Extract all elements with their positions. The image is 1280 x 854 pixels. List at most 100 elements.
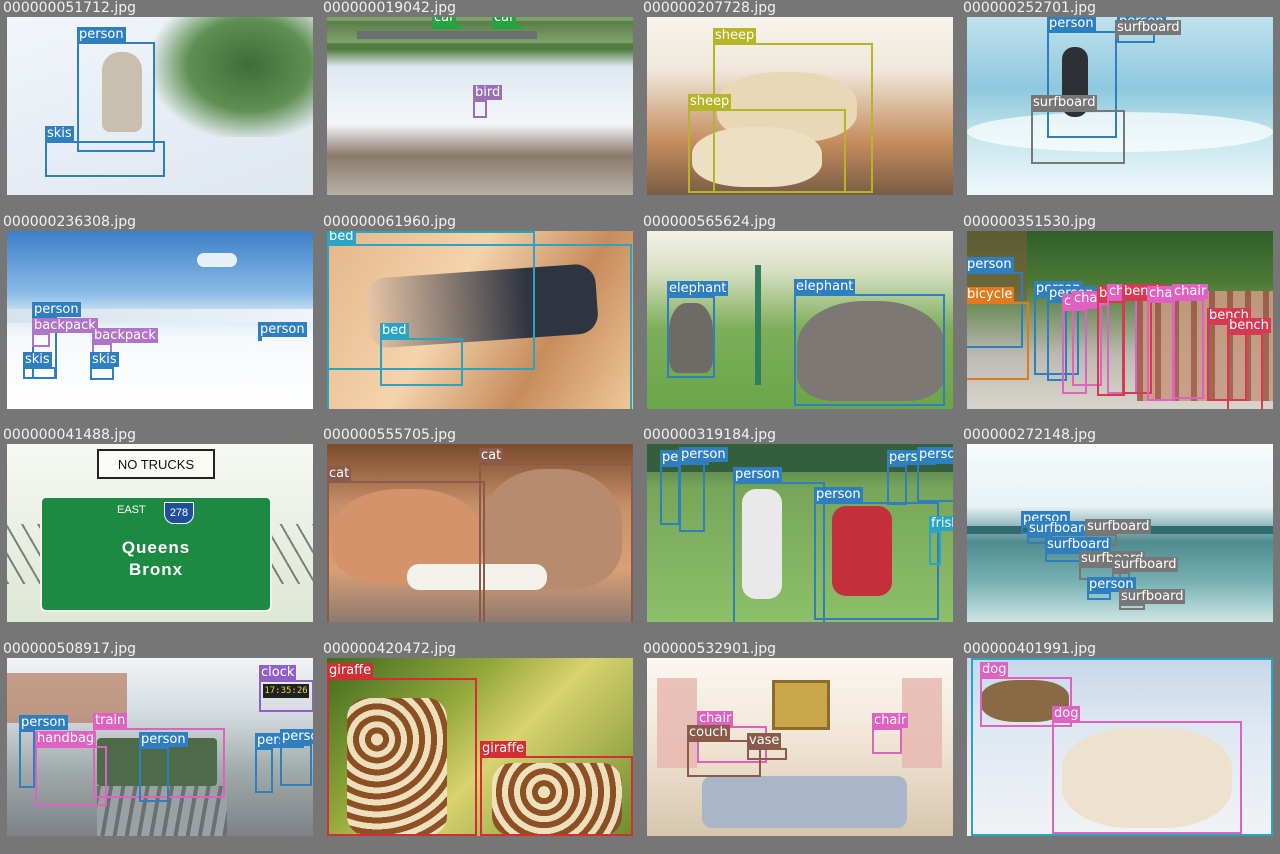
sign-destination-1: Queens <box>121 538 191 557</box>
detection-box-person[interactable]: person <box>660 450 709 525</box>
image-filename: 000000207728.jpg <box>643 0 776 16</box>
bridge <box>357 31 537 39</box>
detection-box-elephant[interactable]: elephant <box>794 278 945 406</box>
detection-box-clock[interactable]: clock <box>259 664 313 712</box>
detection-box-person[interactable]: person <box>280 728 313 786</box>
sign-destination-2: Bronx <box>128 560 184 579</box>
detection-box-giraffe[interactable]: giraffe <box>480 740 633 836</box>
detection-label: surfboard <box>1045 537 1112 552</box>
image-thumbnail: person surfboard surfboard surfboard surfboa… <box>967 444 1273 622</box>
image-tile[interactable]: 000000041488.jpg NO TRUCKS EAST 278 Queens Br… <box>0 427 320 641</box>
image-tile[interactable]: 000000532901.jpg chair couch vase chair <box>640 640 960 854</box>
image-tile[interactable]: 000000272148.jpg person surfboard surfboard… <box>960 427 1280 641</box>
detection-label: bird <box>473 85 503 100</box>
detection-box-handbag[interactable]: handbag <box>35 730 107 806</box>
image-filename: 000000532901.jpg <box>643 640 776 657</box>
image-tile[interactable]: 000000051712.jpg person skis <box>0 0 320 214</box>
detection-box-car[interactable]: car <box>492 17 522 29</box>
detection-box-person[interactable]: person <box>77 27 155 152</box>
detection-label: train <box>93 712 128 728</box>
image-tile[interactable]: 000000061960.jpgpersonbedbed <box>320 213 640 427</box>
detection-box-skis[interactable]: skis <box>90 351 119 380</box>
detection-box-person[interactable]: person <box>139 731 188 802</box>
image-filename: 000000319184.jpg <box>643 427 776 443</box>
detection-box-car[interactable]: car <box>432 17 462 29</box>
detection-box-skis[interactable]: skis <box>45 126 165 177</box>
detection-label: clock <box>259 664 297 680</box>
detection-label: backpack <box>92 327 158 343</box>
detection-box-bed[interactable]: bed <box>380 322 463 386</box>
detection-box-bench[interactable]: bench <box>1227 317 1271 409</box>
detection-box-cat[interactable]: cat <box>327 466 485 622</box>
detection-box-person[interactable]: person <box>733 467 825 622</box>
mirror <box>772 679 830 730</box>
image-tile[interactable]: 000000401991.jpgbeddogdog <box>960 640 1280 854</box>
detection-box-backpack[interactable]: backpack <box>32 317 98 347</box>
detection-box-person[interactable]: person <box>1087 577 1136 600</box>
detection-box-person[interactable]: person <box>258 321 307 341</box>
image-tile[interactable]: 000000019042.jpg car car bird <box>320 0 640 214</box>
image-tile[interactable]: 000000207728.jpg sheep sheep <box>640 0 960 214</box>
detection-box-bed[interactable]: bed <box>327 230 632 409</box>
detection-label: dog <box>1052 705 1081 721</box>
detection-label: surfboard <box>1031 95 1098 110</box>
image-tile[interactable]: 000000420472.jpg giraffe giraffe <box>320 640 640 854</box>
detection-box-person[interactable]: person <box>887 450 936 505</box>
image-tile[interactable]: 000000508917.jpg 17:35:26 clock train person… <box>0 640 320 854</box>
detection-box-frisbee[interactable]: frisbee <box>929 516 953 565</box>
image-tile[interactable]: 000000555705.jpg cat cat <box>320 427 640 641</box>
detection-box-chair[interactable]: chair <box>1172 283 1209 399</box>
detection-box-person[interactable]: person <box>19 714 68 788</box>
image-thumbnail: beddogdog <box>967 657 1273 836</box>
image-thumbnail: car car bird <box>327 17 633 195</box>
detection-label: person <box>139 731 188 747</box>
detection-label: elephant <box>794 278 856 294</box>
image-tile[interactable]: 000000319184.jpg person person person person… <box>640 427 960 641</box>
detection-box-surfboard[interactable]: surfboard <box>1119 589 1186 610</box>
detection-box-surfboard[interactable]: surfboard <box>1031 95 1125 164</box>
no-trucks-text: NO TRUCKS <box>117 457 195 472</box>
detection-label: person <box>679 447 728 462</box>
detection-label: bicycle <box>967 286 1015 302</box>
detection-label: cat <box>479 448 504 463</box>
detection-label: dog <box>980 661 1009 677</box>
detection-box-surfboard[interactable]: surfboard <box>1115 20 1182 39</box>
detection-label: skis <box>23 351 52 367</box>
detection-box-person[interactable]: person <box>814 487 939 620</box>
detection-box-bicycle[interactable]: bicycle <box>967 286 1029 380</box>
detection-box-dog[interactable]: dog <box>1052 705 1242 834</box>
detection-box-vase[interactable]: vase <box>747 732 787 760</box>
detection-label: person <box>967 256 1014 272</box>
detection-box-skis[interactable]: skis <box>23 351 56 379</box>
cloud <box>197 252 237 267</box>
image-filename: 000000401991.jpg <box>963 640 1096 657</box>
image-thumbnail: elephant elephant <box>647 230 953 409</box>
image-thumbnail: giraffe giraffe <box>327 657 633 836</box>
image-tile[interactable]: 000000236308.jpg person backpack backpack pe… <box>0 213 320 427</box>
detection-box-sheep[interactable]: sheep <box>688 94 846 193</box>
detection-label: person <box>1047 17 1096 31</box>
detection-box-bird[interactable]: bird <box>473 85 503 118</box>
image-tile[interactable]: 000000565624.jpg elephant elephant <box>640 213 960 427</box>
detection-label: chair <box>697 710 734 726</box>
detection-label: person <box>733 467 782 482</box>
detection-label: surfboard <box>1112 557 1179 572</box>
image-tile[interactable]: 000000252701.jpgpersonpersonsurfboardsur… <box>960 0 1280 214</box>
detection-box-elephant[interactable]: elephant <box>667 280 729 378</box>
photo-surf <box>967 17 1273 195</box>
detection-label: bed <box>327 230 356 244</box>
detection-box-person[interactable]: person <box>255 732 304 793</box>
detection-label: person <box>814 487 863 502</box>
mosaic-grid: 000000051712.jpg person skis 000000019042.j… <box>0 0 1280 854</box>
detection-box-cat[interactable]: cat <box>479 448 633 622</box>
detection-label: surfboard <box>1119 589 1186 604</box>
detection-box-person[interactable]: person <box>679 447 728 532</box>
detection-box-giraffe[interactable]: giraffe <box>327 662 477 836</box>
image-thumbnail: person backpack backpack person skis skis <box>7 230 313 409</box>
image-thumbnail: sheep sheep <box>647 17 953 195</box>
image-tile[interactable]: 000000351530.jpgpersonbicyclepersonperso… <box>960 213 1280 427</box>
detection-box-chair[interactable]: chair <box>872 712 909 754</box>
detection-box-chair[interactable]: chair <box>1147 285 1184 401</box>
detection-label: sheep <box>688 94 732 109</box>
detection-box-person[interactable]: person <box>917 447 953 502</box>
